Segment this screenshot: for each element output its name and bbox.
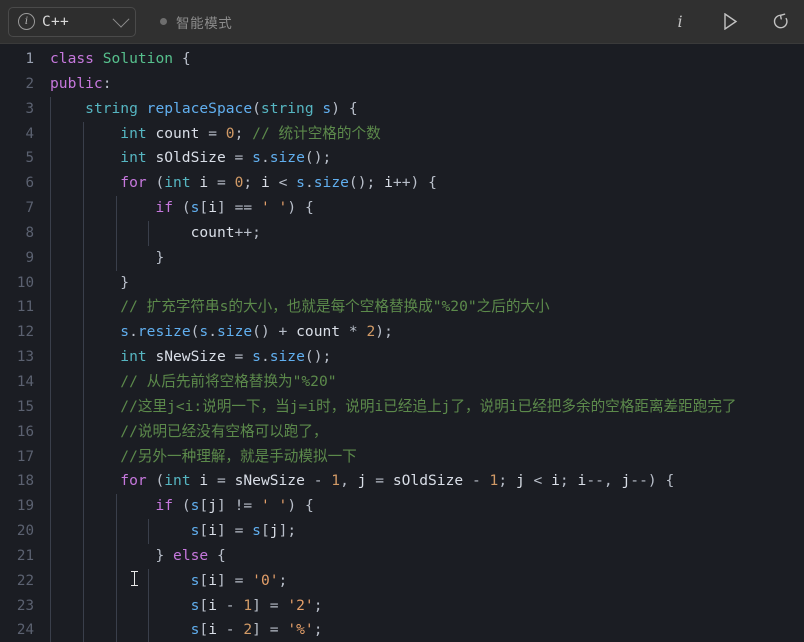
line-source[interactable]: for (int i = sNewSize - 1, j = sOldSize …	[50, 469, 674, 494]
line-number: 3	[25, 100, 34, 117]
code-line[interactable]: 3 string replaceSpace(string s) {	[0, 97, 804, 122]
code-line[interactable]: 8 count++;	[0, 221, 804, 246]
code-line[interactable]: 7 if (s[i] == ' ') {	[0, 196, 804, 221]
code-line[interactable]: 5 int sOldSize = s.size();	[0, 146, 804, 171]
language-label: C++	[42, 13, 70, 30]
line-source[interactable]: } else {	[50, 544, 225, 569]
line-number: 20	[16, 523, 34, 540]
line-source[interactable]: string replaceSpace(string s) {	[50, 97, 357, 122]
line-number: 18	[16, 473, 34, 490]
line-number: 14	[16, 373, 34, 390]
line-number: 12	[16, 324, 34, 341]
code-line[interactable]: 15 //这里j<i:说明一下，当j=i时，说明i已经追上j了，说明i已经把多余…	[0, 395, 804, 420]
code-line[interactable]: 11 // 扩充字符串s的大小，也就是每个空格替换成"%20"之后的大小	[0, 295, 804, 320]
line-number: 2	[25, 75, 34, 92]
code-line[interactable]: 24 s[i - 2] = '%';	[0, 618, 804, 642]
code-line[interactable]: 10 }	[0, 271, 804, 296]
line-source[interactable]: s[i - 2] = '%';	[50, 618, 323, 642]
language-selector[interactable]: i C++	[8, 6, 136, 37]
line-source[interactable]: int sOldSize = s.size();	[50, 146, 331, 171]
line-number: 22	[16, 572, 34, 589]
code-line[interactable]: 21 } else {	[0, 544, 804, 569]
code-line[interactable]: 2 public:	[0, 72, 804, 97]
line-number: 8	[25, 224, 34, 241]
line-source[interactable]: }	[50, 271, 129, 296]
line-source[interactable]: s.resize(s.size() + count * 2);	[50, 320, 393, 345]
code-line[interactable]: 16 //说明已经没有空格可以跑了，	[0, 420, 804, 445]
line-source[interactable]: //另外一种理解，就是手动模拟一下	[50, 445, 356, 470]
line-source[interactable]: // 扩充字符串s的大小，也就是每个空格替换成"%20"之后的大小	[50, 295, 549, 320]
code-line[interactable]: 18 for (int i = sNewSize - 1, j = sOldSi…	[0, 469, 804, 494]
code-line[interactable]: 1 class Solution {	[0, 47, 804, 72]
line-number: 17	[16, 448, 34, 465]
line-number: 1	[25, 51, 34, 67]
reset-icon[interactable]	[770, 12, 790, 32]
line-number: 19	[16, 498, 34, 515]
code-line[interactable]: 22 s[i] = '0';	[0, 569, 804, 594]
status-dot-icon	[160, 18, 167, 25]
chevron-down-icon[interactable]	[112, 10, 130, 28]
line-source[interactable]: public:	[50, 72, 112, 97]
line-source[interactable]: s[i] = '0';	[50, 569, 288, 594]
code-line[interactable]: 17 //另外一种理解，就是手动模拟一下	[0, 445, 804, 470]
code-line[interactable]: 13 int sNewSize = s.size();	[0, 345, 804, 370]
code-line[interactable]: 9 }	[0, 246, 804, 271]
code-line[interactable]: 19 if (s[j] != ' ') {	[0, 494, 804, 519]
line-source[interactable]: //说明已经没有空格可以跑了，	[50, 420, 327, 445]
line-source[interactable]: count++;	[50, 221, 261, 246]
toolbar: i C++ 智能模式 i	[0, 0, 804, 44]
smart-mode-indicator[interactable]: 智能模式	[160, 12, 232, 32]
line-source[interactable]: int sNewSize = s.size();	[50, 345, 331, 370]
code-line[interactable]: 23 s[i - 1] = '2';	[0, 594, 804, 619]
line-source[interactable]: for (int i = 0; i < s.size(); i++) {	[50, 171, 437, 196]
smart-mode-label: 智能模式	[176, 15, 233, 32]
line-source[interactable]: if (s[i] == ' ') {	[50, 196, 313, 221]
line-number: 11	[16, 299, 34, 316]
code-line[interactable]: 20 s[i] = s[j];	[0, 519, 804, 544]
line-number: 21	[16, 547, 34, 564]
line-source[interactable]: int count = 0; // 统计空格的个数	[50, 122, 380, 147]
line-source[interactable]: //这里j<i:说明一下，当j=i时，说明i已经追上j了，说明i已经把多余的空格…	[50, 395, 736, 420]
line-number: 15	[16, 398, 34, 415]
line-number: 9	[25, 249, 34, 266]
code-line[interactable]: 4 int count = 0; // 统计空格的个数	[0, 122, 804, 147]
info-circle-icon: i	[18, 13, 35, 30]
line-number: 13	[16, 349, 34, 366]
line-source[interactable]: s[i] = s[j];	[50, 519, 297, 544]
code-line[interactable]: 14 // 从后先前将空格替换为"%20"	[0, 370, 804, 395]
line-number: 7	[25, 200, 34, 217]
line-number: 16	[16, 423, 34, 440]
line-number: 10	[16, 274, 34, 291]
code-lines[interactable]: 1 class Solution {2 public: 3 string replac…	[0, 44, 804, 642]
code-line[interactable]: 6 for (int i = 0; i < s.size(); i++) {	[0, 171, 804, 196]
line-number: 24	[16, 622, 34, 639]
code-editor[interactable]: 1 class Solution {2 public: 3 string replac…	[0, 44, 804, 642]
line-number: 5	[25, 150, 34, 167]
info-icon[interactable]: i	[670, 12, 690, 32]
run-icon[interactable]	[720, 12, 740, 32]
line-source[interactable]: s[i - 1] = '2';	[50, 594, 323, 619]
line-source[interactable]: class Solution {	[50, 47, 191, 72]
line-source[interactable]: }	[50, 246, 164, 271]
line-number: 4	[25, 125, 34, 142]
code-line[interactable]: 12 s.resize(s.size() + count * 2);	[0, 320, 804, 345]
line-source[interactable]: // 从后先前将空格替换为"%20"	[50, 370, 336, 395]
toolbar-actions: i	[670, 12, 790, 32]
line-number: 6	[25, 175, 34, 192]
line-source[interactable]: if (s[j] != ' ') {	[50, 494, 313, 519]
line-number: 23	[16, 597, 34, 614]
